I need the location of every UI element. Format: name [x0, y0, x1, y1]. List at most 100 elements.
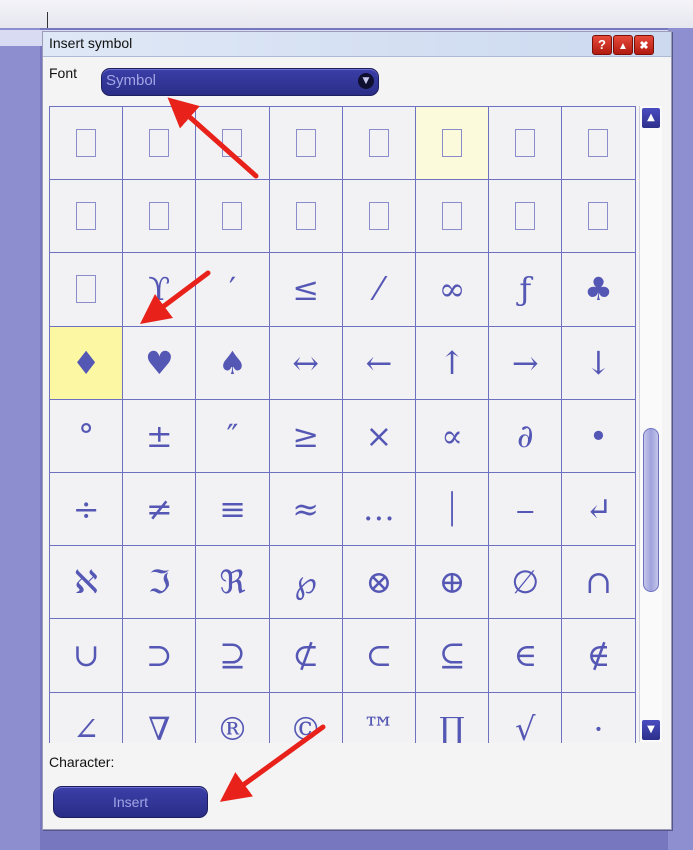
symbol-cell[interactable]: ⊇: [196, 619, 270, 693]
symbol-cell[interactable]: ′: [196, 253, 270, 327]
symbol-cell[interactable]: ♠: [196, 326, 270, 400]
symbol-cell[interactable]: ∈: [489, 619, 563, 693]
symbol-cell[interactable]: ×: [342, 399, 416, 473]
symbol-cell[interactable]: ∏: [416, 692, 490, 743]
symbol-cell[interactable]: ≤: [269, 253, 343, 327]
symbol-glyph: ♣: [584, 270, 613, 309]
symbol-cell[interactable]: [196, 180, 270, 254]
symbol-cell[interactable]: ↓: [562, 326, 636, 400]
symbol-cell[interactable]: ≥: [269, 399, 343, 473]
symbol-cell[interactable]: ∉: [562, 619, 636, 693]
symbol-cell[interactable]: ←: [342, 326, 416, 400]
symbol-glyph: ♠: [218, 343, 247, 382]
symbol-cell[interactable]: [269, 180, 343, 254]
symbol-glyph: ⊇: [219, 636, 246, 675]
symbol-cell[interactable]: ℘: [269, 546, 343, 620]
symbol-cell[interactable]: [50, 180, 124, 254]
symbol-cell[interactable]: ∞: [416, 253, 490, 327]
symbol-cell[interactable]: ⊕: [416, 546, 490, 620]
symbol-cell[interactable]: ∝: [416, 399, 490, 473]
symbol-cell[interactable]: ≡: [196, 473, 270, 547]
symbol-cell[interactable]: ℑ: [123, 546, 197, 620]
symbol-cell[interactable]: [196, 107, 270, 181]
symbol-cell[interactable]: ∩: [562, 546, 636, 620]
symbol-cell[interactable]: ∅: [489, 546, 563, 620]
symbol-glyph: °: [78, 416, 95, 455]
symbol-cell[interactable]: ℜ: [196, 546, 270, 620]
symbol-glyph: ∇: [148, 709, 171, 743]
symbol-cell[interactable]: [123, 107, 197, 181]
symbol-cell[interactable]: ♥: [123, 326, 197, 400]
symbol-cell[interactable]: ↵: [562, 473, 636, 547]
symbol-cell[interactable]: •: [562, 399, 636, 473]
symbol-cell[interactable]: ⏐: [416, 473, 490, 547]
symbol-glyph: ©: [289, 709, 322, 743]
symbol-cell[interactable]: ®: [196, 692, 270, 743]
symbol-cell[interactable]: ±: [123, 399, 197, 473]
symbol-cell[interactable]: ∠: [50, 692, 124, 743]
symbol-cell[interactable]: ⊆: [416, 619, 490, 693]
symbol-cell[interactable]: [269, 107, 343, 181]
symbol-cell[interactable]: →: [489, 326, 563, 400]
symbol-cell[interactable]: [562, 107, 636, 181]
symbol-cell[interactable]: ≈: [269, 473, 343, 547]
missing-glyph-icon: [515, 202, 536, 231]
scroll-up-icon[interactable]: ▲: [642, 108, 660, 128]
symbol-cell[interactable]: [562, 180, 636, 254]
symbol-cell[interactable]: ⊄: [269, 619, 343, 693]
symbol-cell[interactable]: ∂: [489, 399, 563, 473]
symbol-cell[interactable]: ≠: [123, 473, 197, 547]
symbol-cell[interactable]: ⊗: [342, 546, 416, 620]
missing-glyph-icon: [76, 202, 97, 231]
symbol-cell[interactable]: [342, 180, 416, 254]
symbol-cell[interactable]: [416, 180, 490, 254]
missing-glyph-icon: [149, 129, 170, 158]
symbol-cell[interactable]: [50, 253, 124, 327]
dialog-titlebar[interactable]: Insert symbol ? ▲ ✖: [43, 32, 671, 57]
symbol-cell[interactable]: ∪: [50, 619, 124, 693]
symbol-cell[interactable]: [416, 107, 490, 181]
symbol-cell[interactable]: …: [342, 473, 416, 547]
symbol-cell[interactable]: [489, 180, 563, 254]
scrollbar-thumb[interactable]: [643, 428, 659, 592]
minimize-button[interactable]: ▲: [613, 35, 633, 55]
symbol-cell[interactable]: °: [50, 399, 124, 473]
help-button[interactable]: ?: [592, 35, 612, 55]
symbol-cell[interactable]: ÷: [50, 473, 124, 547]
symbol-cell[interactable]: [342, 107, 416, 181]
missing-glyph-icon: [222, 202, 243, 231]
symbol-glyph: ≥: [292, 416, 320, 455]
symbol-cell[interactable]: ⁄: [342, 253, 416, 327]
symbol-cell[interactable]: ↔: [269, 326, 343, 400]
scroll-down-icon[interactable]: ▼: [642, 720, 660, 740]
chevron-down-icon[interactable]: ▼: [358, 73, 374, 89]
symbol-cell[interactable]: ϒ: [123, 253, 197, 327]
symbol-cell[interactable]: ℵ: [50, 546, 124, 620]
symbol-cell[interactable]: ″: [196, 399, 270, 473]
symbol-cell[interactable]: [489, 107, 563, 181]
symbol-cell[interactable]: [123, 180, 197, 254]
symbol-cell[interactable]: ⎯: [489, 473, 563, 547]
missing-glyph-icon: [588, 129, 609, 158]
font-select[interactable]: Symbol ▼: [101, 68, 379, 96]
symbol-cell[interactable]: ♦: [50, 326, 124, 400]
symbol-cell[interactable]: ⊂: [342, 619, 416, 693]
close-button[interactable]: ✖: [634, 35, 654, 55]
symbol-cell[interactable]: ♣: [562, 253, 636, 327]
symbol-glyph: ↔: [292, 343, 320, 382]
symbol-glyph: ♦: [71, 343, 101, 382]
symbol-cell[interactable]: ⋅: [562, 692, 636, 743]
symbol-cell[interactable]: [50, 107, 124, 181]
grid-scrollbar[interactable]: ▲ ▼: [639, 106, 662, 742]
symbol-cell[interactable]: √: [489, 692, 563, 743]
question-mark-icon: ?: [598, 37, 606, 52]
symbol-glyph: …: [362, 490, 395, 529]
insert-button[interactable]: Insert: [53, 786, 208, 818]
symbol-cell[interactable]: ©: [270, 692, 343, 743]
symbol-cell[interactable]: ⊃: [123, 619, 197, 693]
symbol-cell[interactable]: ƒ: [489, 253, 563, 327]
symbol-glyph: ≈: [292, 490, 320, 529]
symbol-cell[interactable]: ™: [343, 692, 416, 743]
symbol-cell[interactable]: ∇: [123, 692, 197, 743]
symbol-cell[interactable]: ↑: [416, 326, 490, 400]
